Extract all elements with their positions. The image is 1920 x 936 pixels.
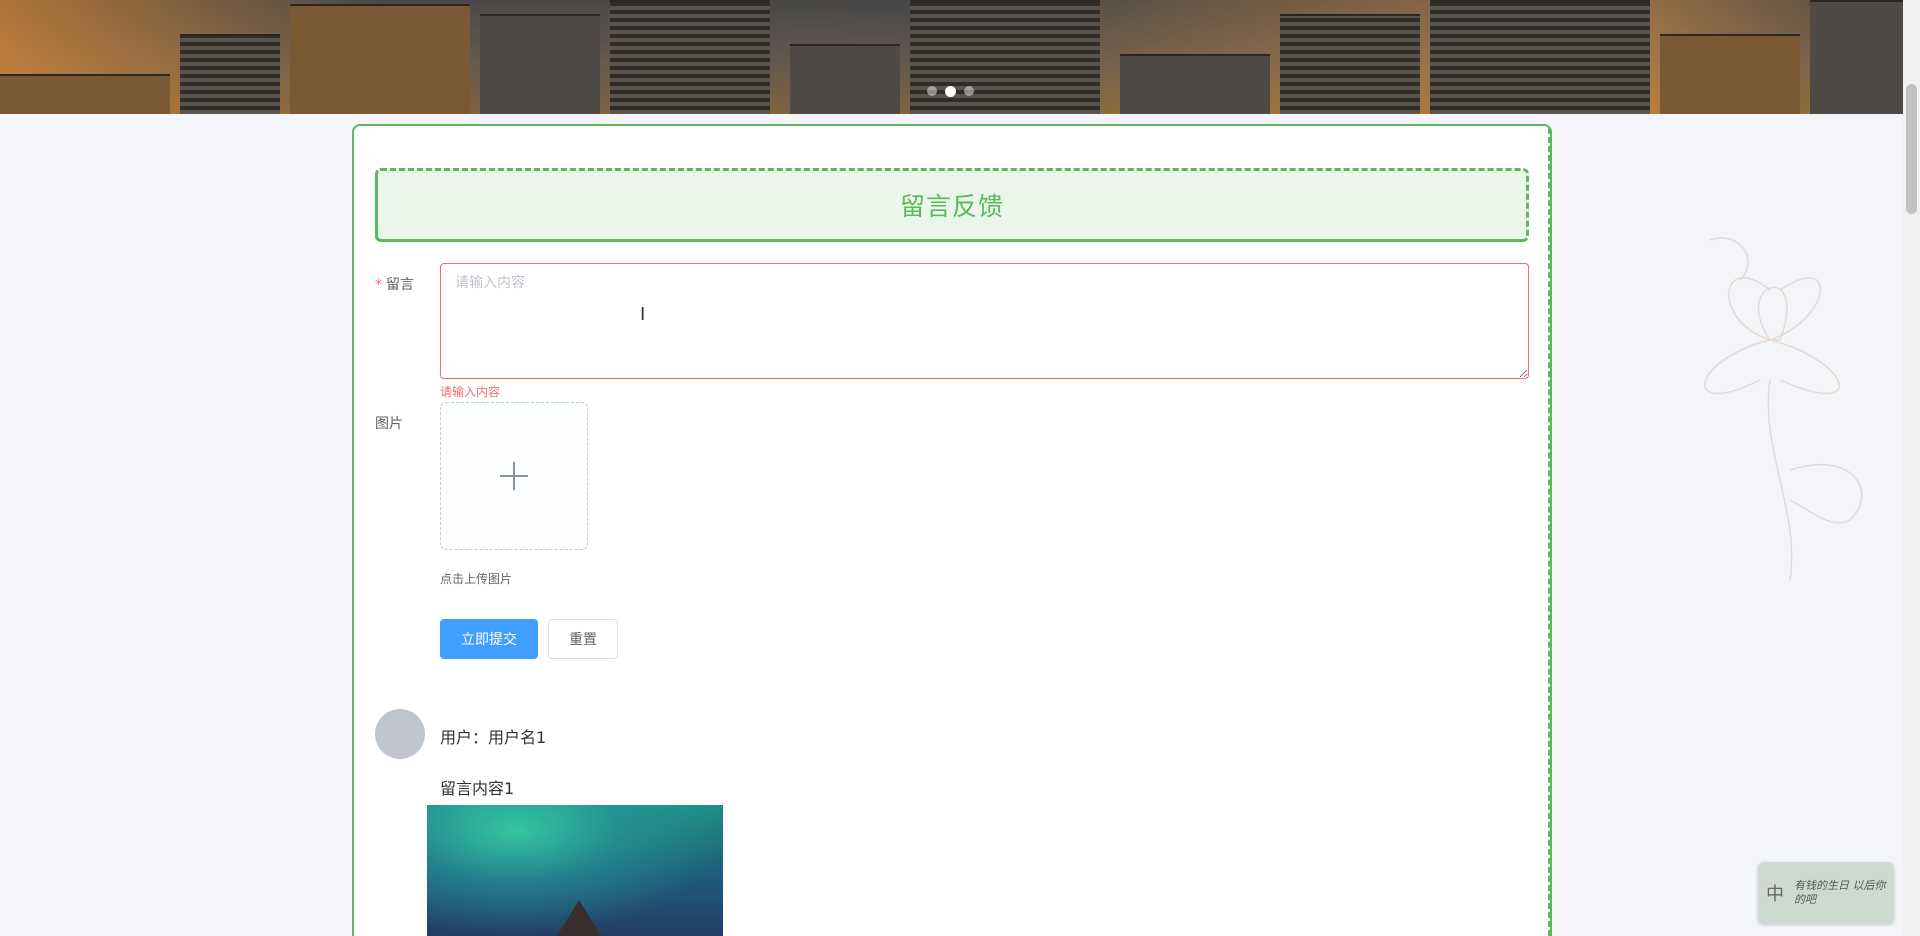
message-label-wrap: * 留言 (375, 274, 414, 294)
ime-widget[interactable]: 中 有钱的生日 以后你的吧 (1758, 862, 1894, 924)
banner-building (1280, 14, 1420, 114)
banner-building (1120, 54, 1270, 114)
message-textarea[interactable] (440, 263, 1529, 379)
carousel-indicators (927, 86, 974, 97)
avatar (375, 709, 425, 759)
carousel-dot[interactable] (927, 86, 937, 96)
floral-decoration-icon (1704, 237, 1863, 580)
banner-building (1430, 0, 1650, 114)
reset-button[interactable]: 重置 (548, 619, 618, 659)
carousel-dot[interactable] (964, 86, 974, 96)
message-error: 请输入内容 (440, 385, 501, 399)
banner-building (0, 74, 170, 114)
banner-building (1660, 34, 1800, 114)
image-label: 图片 (375, 416, 403, 432)
message-content: 留言内容1 (440, 779, 515, 798)
message-label: 留言 (386, 277, 414, 293)
upload-tip: 点击上传图片 (440, 572, 513, 586)
banner-carousel[interactable] (0, 0, 1903, 114)
required-mark: * (375, 277, 382, 293)
message-user: 用户：用户名1 (440, 728, 547, 747)
banner-building (610, 0, 770, 114)
image-uploader[interactable] (440, 402, 588, 550)
scrollbar-thumb[interactable] (1906, 84, 1917, 214)
banner-building (290, 4, 470, 114)
ime-handwriting-text: 有钱的生日 以后你的吧 (1794, 879, 1886, 906)
feedback-header: 留言反馈 (375, 168, 1529, 242)
carousel-dot-active[interactable] (945, 86, 956, 97)
banner-building (1810, 0, 1903, 114)
banner-building (790, 44, 900, 114)
plus-icon (500, 462, 528, 490)
page-title: 留言反馈 (899, 192, 1004, 221)
submit-button[interactable]: 立即提交 (440, 619, 538, 659)
message-image[interactable] (427, 805, 723, 936)
ime-language-char: 中 (1766, 884, 1784, 905)
banner-building (180, 34, 280, 114)
banner-building (480, 14, 600, 114)
panel-dashed-border (1548, 128, 1551, 936)
text-cursor-icon: I (640, 304, 646, 325)
mountain-peak-icon (557, 900, 601, 936)
